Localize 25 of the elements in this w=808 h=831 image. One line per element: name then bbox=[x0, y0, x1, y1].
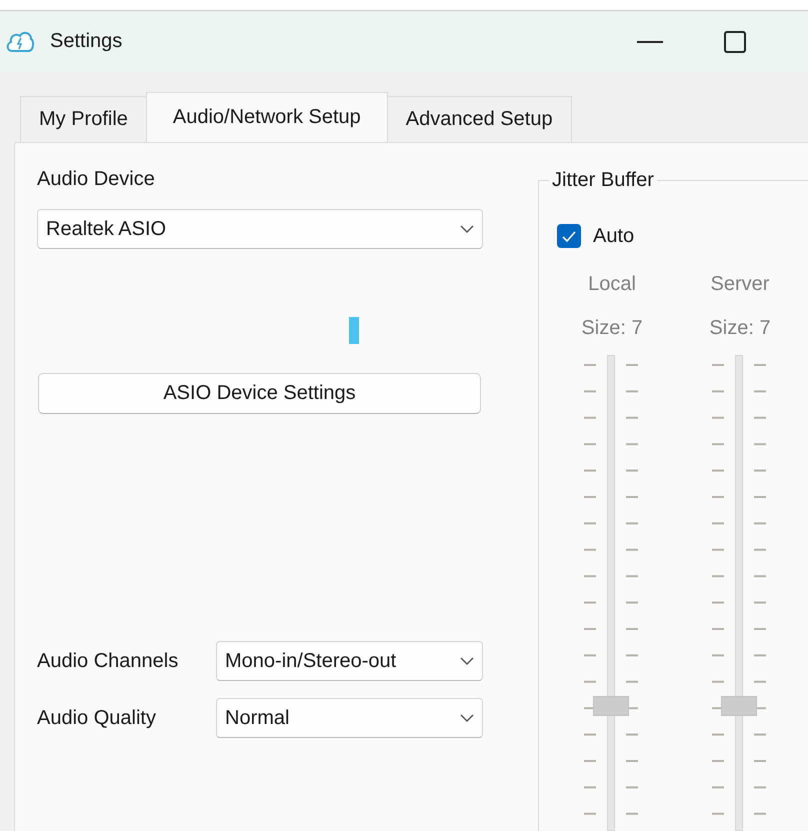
quality-dropdown[interactable]: Normal bbox=[216, 698, 483, 738]
field-label: Audio Quality bbox=[37, 706, 157, 730]
field-label: Audio Channels bbox=[37, 649, 180, 673]
asio-settings-button[interactable]: ASIO Device Settings bbox=[38, 373, 481, 414]
level-indicator bbox=[349, 317, 359, 344]
checkbox[interactable] bbox=[557, 224, 581, 248]
checkbox-label: Auto bbox=[593, 224, 634, 248]
device-dropdown[interactable]: Realtek ASIO bbox=[37, 209, 483, 249]
chevron-down-icon bbox=[460, 224, 474, 234]
size-value: Size: 7 bbox=[580, 316, 644, 340]
slider-thumb[interactable] bbox=[593, 696, 629, 716]
maximize-icon[interactable] bbox=[724, 30, 746, 52]
checkmark-icon bbox=[562, 230, 576, 242]
window-title: Settings bbox=[50, 30, 122, 53]
chevron-down-icon bbox=[460, 714, 474, 722]
chevron-down-icon bbox=[460, 656, 474, 666]
slider-label: Local bbox=[587, 272, 637, 296]
slider-label: Server bbox=[710, 272, 770, 296]
size-value: Size: 7 bbox=[708, 316, 772, 340]
tab[interactable]: Audio/Network Setup bbox=[146, 92, 388, 142]
channels-dropdown[interactable]: Mono-in/Stereo-out bbox=[216, 641, 483, 681]
slider-thumb[interactable] bbox=[721, 696, 757, 716]
tab[interactable]: My Profile bbox=[20, 96, 147, 142]
field-label: Audio Device bbox=[37, 167, 155, 191]
tab[interactable]: Advanced Setup bbox=[386, 96, 572, 142]
